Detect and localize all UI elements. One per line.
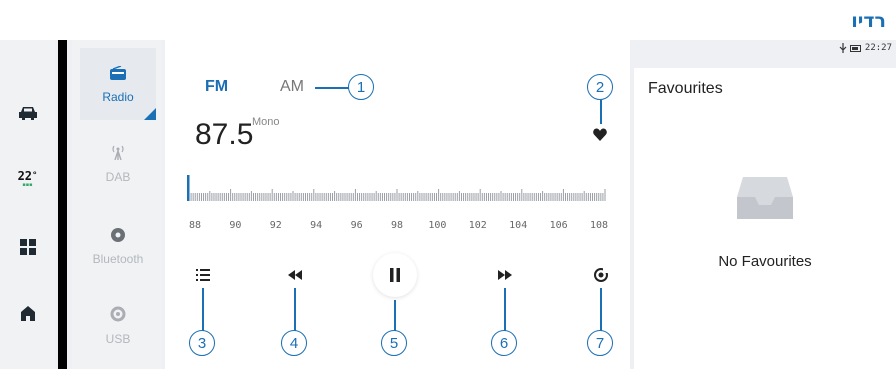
radio-panel: FM AM 87.5 Mono 88 90 92 94 96 98 100 102 104 106…	[165, 40, 630, 369]
stereo-mode: Mono	[252, 116, 280, 128]
tuner-scale	[187, 175, 606, 201]
page-heading: רדיו	[851, 10, 886, 32]
favourites-title: Favourites	[648, 80, 723, 97]
scale-label: 90	[229, 220, 242, 231]
climate-indicator: ▪▪▪	[22, 182, 33, 188]
battery-icon	[849, 44, 861, 52]
scan-icon	[594, 268, 608, 282]
favourites-panel: Favourites No Favourites	[634, 68, 896, 369]
screen-bezel-bar	[58, 40, 67, 369]
home-icon	[20, 305, 35, 321]
frequency-display: 87.5	[195, 118, 254, 151]
fast-forward-icon	[498, 270, 512, 280]
source-usb[interactable]: USB	[80, 290, 156, 362]
scale-label: 104	[509, 220, 528, 231]
empty-tray-icon	[737, 173, 793, 223]
scale-label: 102	[468, 220, 487, 231]
temp-unit: °	[32, 171, 38, 181]
band-am-tab[interactable]: AM	[280, 78, 304, 96]
antenna-icon	[110, 144, 126, 164]
callout-7: 7	[587, 330, 613, 356]
list-icon	[196, 269, 210, 281]
active-indicator	[144, 108, 156, 120]
heart-icon	[593, 128, 607, 141]
apps-grid-icon	[19, 239, 36, 255]
clock: 22:27	[864, 43, 892, 53]
callout-5: 5	[381, 330, 407, 356]
scale-label: 98	[390, 220, 404, 231]
scale-label: 106	[549, 220, 568, 231]
infotainment-screen: 22 ° ▪▪▪ Radio DAB Bluetooth USB FM AM 8…	[0, 40, 896, 369]
scale-label: 94	[310, 220, 323, 231]
usb-status-icon	[839, 43, 847, 53]
rail-climate-button[interactable]: 22 ° ▪▪▪	[0, 162, 55, 196]
callout-leader	[600, 100, 602, 124]
callout-leader	[315, 87, 350, 89]
pause-button[interactable]	[373, 253, 417, 297]
rail-car-button[interactable]	[0, 98, 55, 128]
callout-1: 1	[348, 74, 374, 100]
callout-6: 6	[491, 330, 517, 356]
bluetooth-disc-icon	[111, 227, 125, 246]
pause-icon	[390, 268, 400, 282]
source-label: Bluetooth	[92, 251, 144, 266]
rail-home-button[interactable]	[0, 298, 55, 328]
source-label: Radio	[102, 89, 134, 104]
status-bar: 22:27	[839, 43, 892, 53]
rewind-icon	[288, 270, 302, 280]
cabin-temp: 22	[17, 169, 33, 183]
scale-label: 96	[350, 220, 363, 231]
callout-3: 3	[189, 330, 215, 356]
frequency-tuner[interactable]	[187, 175, 607, 203]
radio-icon	[110, 64, 126, 84]
nav-rail: 22 ° ▪▪▪	[0, 40, 55, 369]
scale-label: 100	[428, 220, 447, 231]
scale-label: 108	[589, 220, 609, 231]
no-favourites-text: No Favourites	[718, 253, 812, 270]
source-dab[interactable]: DAB	[80, 128, 156, 200]
scale-label: 92	[269, 220, 282, 231]
tuner-needle	[187, 175, 190, 201]
source-radio[interactable]: Radio	[80, 48, 156, 120]
callout-4: 4	[281, 330, 307, 356]
scale-label: 88	[188, 220, 202, 231]
car-icon	[18, 106, 38, 120]
tuner-scale-labels: 88 90 92 94 96 98 100 102 104 106 108	[187, 220, 609, 234]
source-label: USB	[105, 332, 131, 346]
band-fm-tab[interactable]: FM	[205, 78, 228, 96]
source-bluetooth[interactable]: Bluetooth	[80, 210, 156, 282]
source-list: Radio DAB Bluetooth USB	[72, 40, 162, 369]
source-label: DAB	[105, 170, 131, 184]
rail-apps-button[interactable]	[0, 232, 55, 262]
favourite-heart-button[interactable]	[593, 126, 607, 145]
usb-disc-icon	[110, 306, 126, 326]
callout-2: 2	[587, 74, 613, 100]
